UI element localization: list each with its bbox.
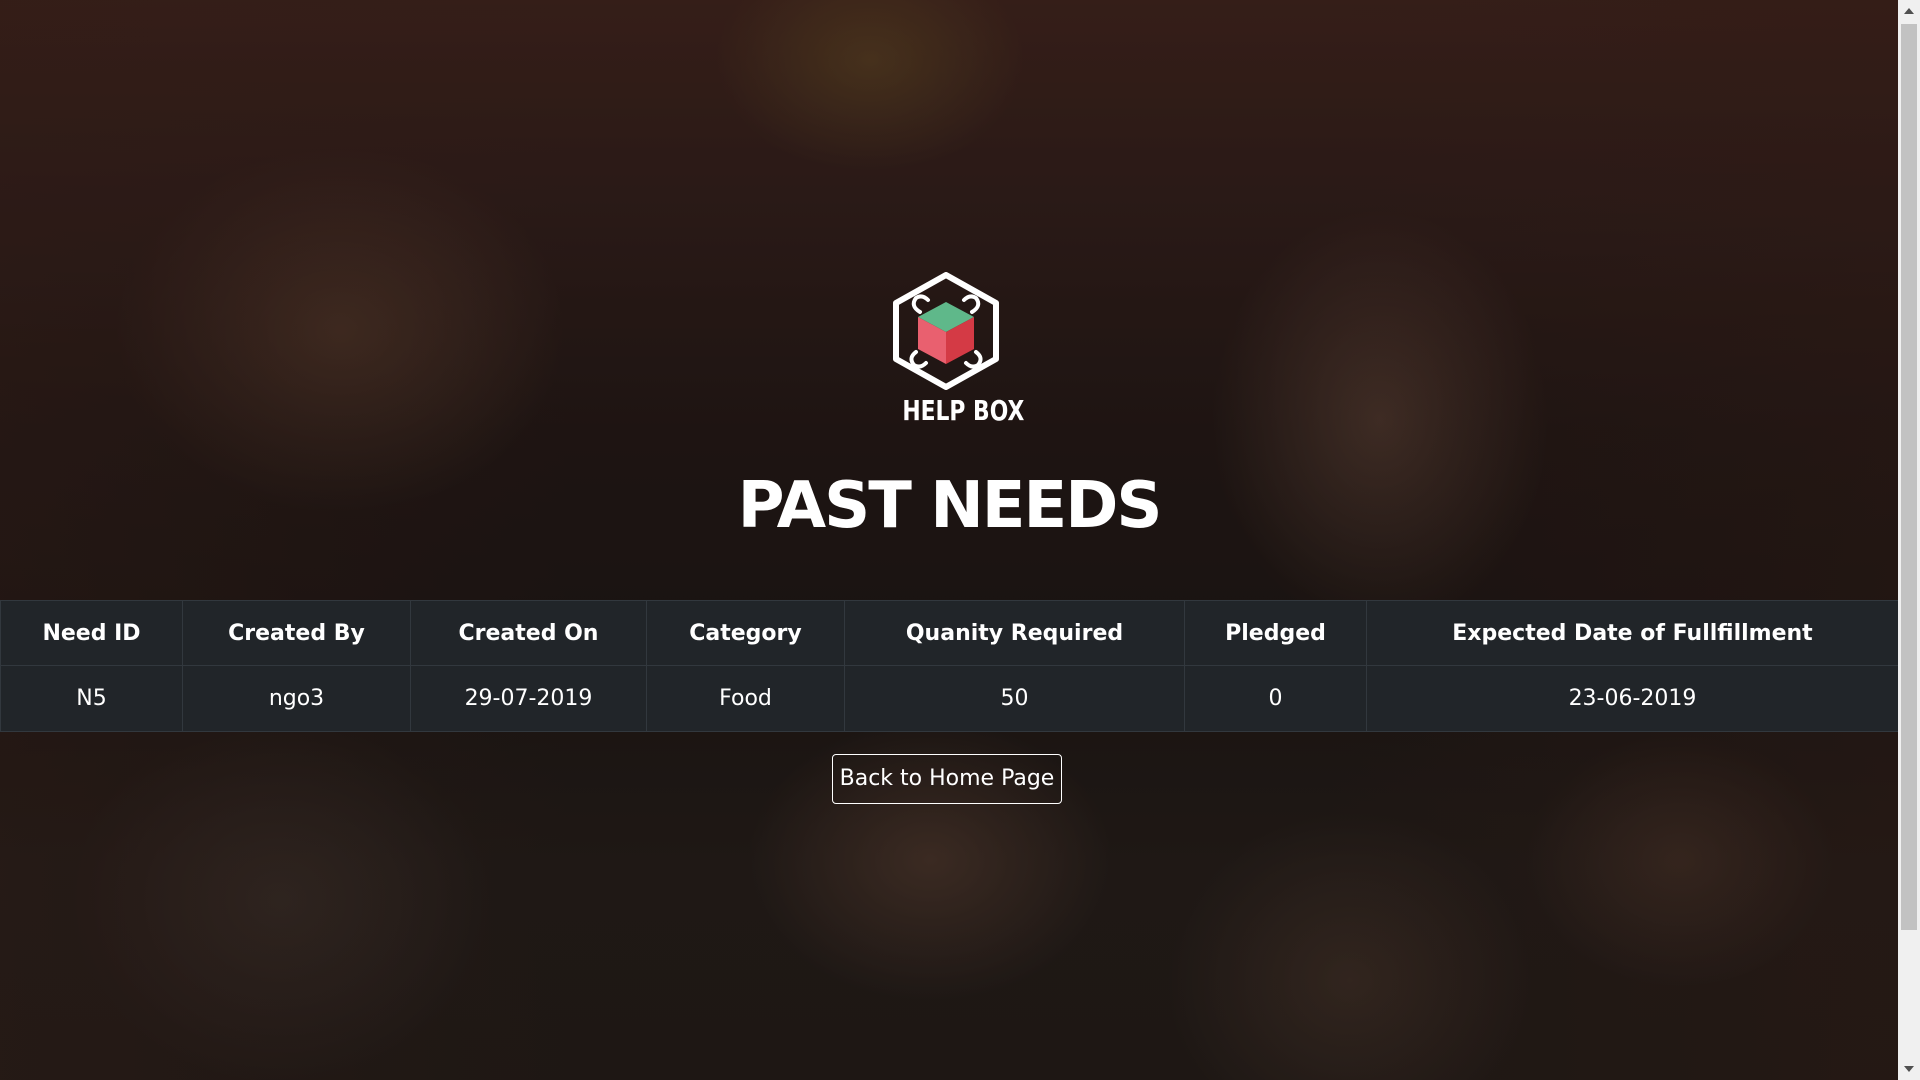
cell-created-by: ngo3: [182, 665, 411, 732]
column-header-created-by: Created By: [182, 600, 411, 666]
cell-category: Food: [646, 665, 845, 732]
column-header-pledged: Pledged: [1184, 600, 1367, 666]
table-header-row: Need ID Created By Created On Category Q…: [0, 600, 1899, 666]
cell-need-id: N5: [0, 665, 183, 732]
column-header-need-id: Need ID: [0, 600, 183, 666]
column-header-quantity-required: Quanity Required: [844, 600, 1185, 666]
column-header-expected-date: Expected Date of Fullfillment: [1366, 600, 1899, 666]
brand-name: HELP BOX: [902, 394, 1025, 427]
helping-hands-box-icon: [893, 272, 999, 390]
column-header-created-on: Created On: [410, 600, 647, 666]
column-header-category: Category: [646, 600, 845, 666]
back-to-home-button[interactable]: Back to Home Page: [832, 754, 1062, 804]
cell-expected-date: 23-06-2019: [1366, 665, 1899, 732]
cell-created-on: 29-07-2019: [410, 665, 647, 732]
scrollbar-thumb[interactable]: [1901, 24, 1917, 930]
page-title: PAST NEEDS: [737, 469, 1163, 543]
scroll-up-arrow-icon[interactable]: [1898, 0, 1920, 22]
cell-pledged: 0: [1184, 665, 1367, 732]
vertical-scrollbar[interactable]: [1898, 0, 1920, 1080]
past-needs-table: Need ID Created By Created On Category Q…: [0, 600, 1899, 732]
cell-quantity-required: 50: [844, 665, 1185, 732]
table-row: N5 ngo3 29-07-2019 Food 50 0 23-06-2019: [0, 665, 1899, 732]
brand-logo: HELP BOX: [890, 272, 1025, 432]
page-viewport: HELP BOX PAST NEEDS Need ID Created By C…: [0, 0, 1920, 1080]
scroll-down-arrow-icon[interactable]: [1898, 1058, 1920, 1080]
